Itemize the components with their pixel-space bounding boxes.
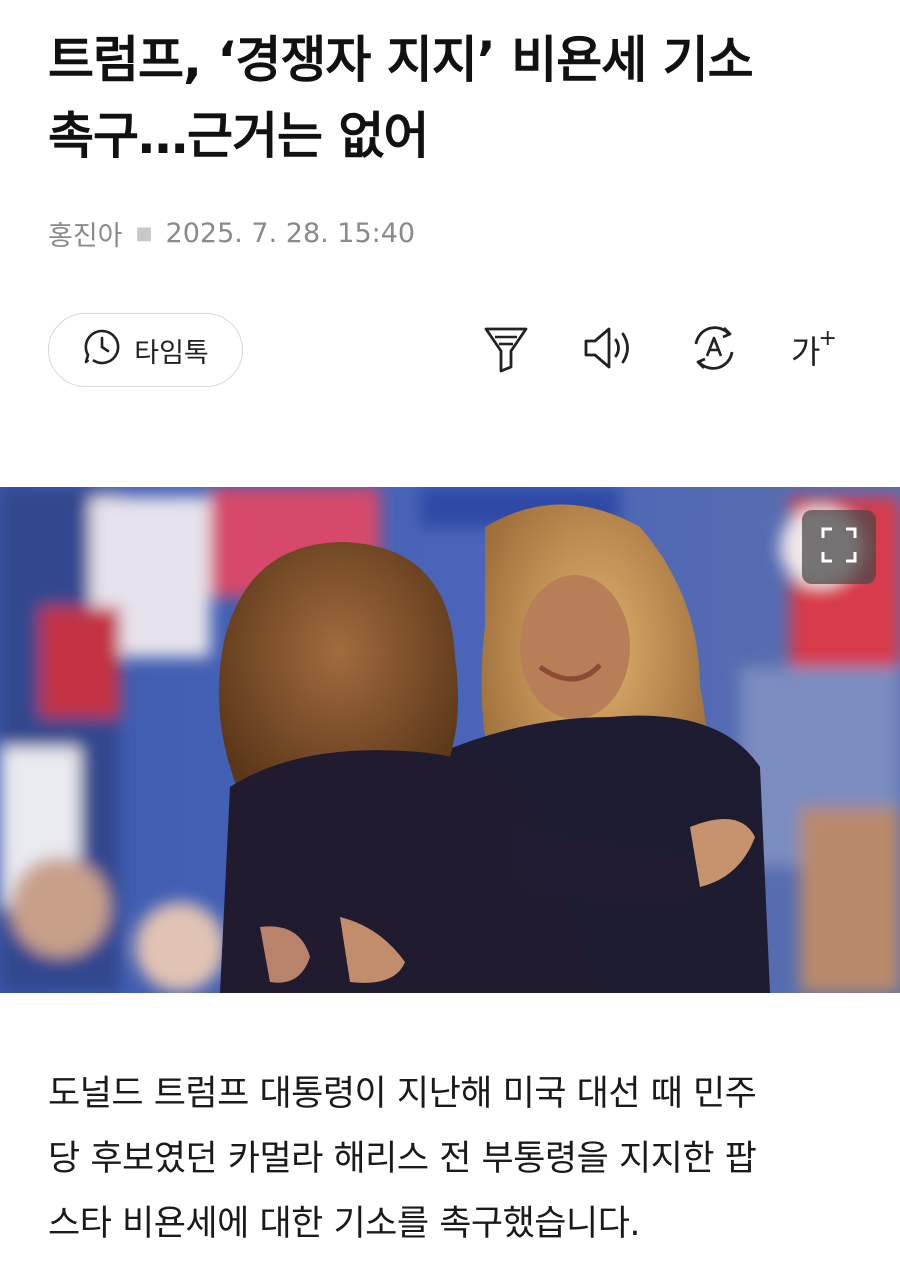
timetalk-label: 타임톡: [134, 337, 209, 369]
fullscreen-icon: [819, 525, 859, 569]
speaker-icon: [580, 324, 636, 376]
clock-chat-icon: [82, 327, 122, 374]
article-title: 트럼프, ‘경쟁자 지지’ 비욘세 기소 촉구…근거는 없어: [48, 22, 858, 174]
timetalk-button[interactable]: 타임톡: [48, 313, 243, 387]
font-size-button[interactable]: 가 +: [787, 322, 843, 378]
meta-separator: ■: [135, 223, 153, 244]
article-body: 도널드 트럼프 대통령이 지난해 미국 대선 때 민주 당 후보였던 카멀라 해…: [48, 1062, 860, 1257]
author-name[interactable]: 홍진아: [48, 214, 123, 253]
photo-illustration: [0, 487, 900, 993]
filter-button[interactable]: [478, 322, 534, 378]
filter-icon: [482, 323, 530, 377]
publish-datetime: 2025. 7. 28. 15:40: [165, 218, 416, 249]
article-photo[interactable]: [0, 487, 900, 993]
speaker-button[interactable]: [580, 322, 636, 378]
title-line-1: 트럼프, ‘경쟁자 지지’ 비욘세 기소: [48, 31, 754, 89]
font-size-label: 가: [791, 333, 821, 371]
body-line-1: 도널드 트럼프 대통령이 지난해 미국 대선 때 민주: [48, 1074, 757, 1114]
translate-icon: [688, 322, 740, 378]
title-line-2: 촉구…근거는 없어: [48, 107, 429, 165]
body-line-2: 당 후보였던 카멀라 해리스 전 부통령을 지지한 팝: [48, 1139, 757, 1179]
body-line-3: 스타 비욘세에 대한 기소를 촉구했습니다.: [48, 1204, 641, 1244]
article-meta: 홍진아 ■ 2025. 7. 28. 15:40: [48, 214, 415, 253]
font-size-plus: +: [818, 325, 837, 351]
fullscreen-button[interactable]: [802, 510, 876, 584]
translate-button[interactable]: [686, 322, 742, 378]
